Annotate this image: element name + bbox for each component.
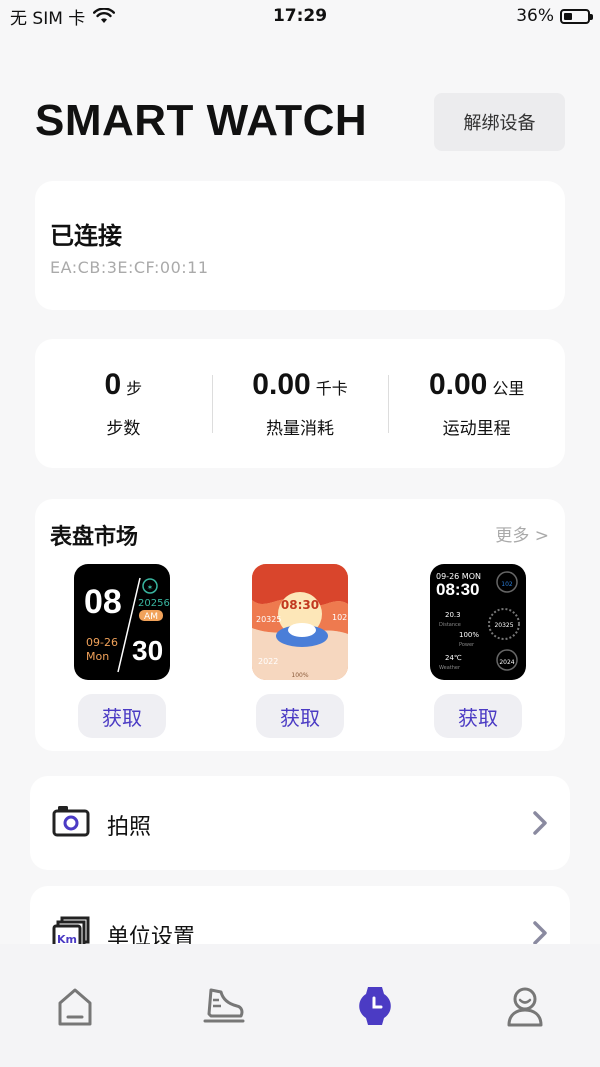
stats-card: 0 步 步数 0.00 千卡 热量消耗 0.00 公里 运动里程 [35, 339, 565, 468]
stat-value: 0.00 [252, 368, 311, 401]
stat-value: 0 [104, 368, 122, 401]
face1-minute: 30 [132, 635, 163, 666]
face2-time: 08:30 [281, 598, 319, 612]
status-bar: 无 SIM 卡 17:29 36% [0, 0, 600, 32]
get-watch-face-3-button[interactable]: 获取 [434, 694, 522, 738]
face1-steps: 20256 [138, 598, 170, 609]
watch-face-market: 表盘市场 更多 > 08 ✶ 20256 AM 09-26 Mon 30 获取 … [35, 499, 565, 751]
page-title: SMART WATCH [35, 96, 368, 145]
stat-value-row: 0.00 千卡 [252, 368, 347, 402]
face3-power: 100% [459, 631, 479, 639]
menu-label: 拍照 [107, 815, 152, 840]
watch-icon[interactable] [353, 984, 397, 1028]
battery-fill [564, 12, 572, 20]
face1-weekday: Mon [86, 650, 109, 663]
connection-card: 已连接 EA:CB:3E:CF:00:11 [35, 181, 565, 310]
face3-year: 2024 [499, 659, 514, 666]
connection-status: 已连接 [50, 222, 122, 250]
watch-face-3[interactable]: 09-26 MON 08:30 102 20.3 Distance 100% P… [430, 564, 526, 680]
stat-unit: 公里 [492, 379, 525, 398]
stat-value-row: 0.00 公里 [429, 368, 524, 402]
carrier-label: 无 SIM 卡 [10, 8, 86, 29]
status-left: 无 SIM 卡 [10, 4, 116, 29]
market-more-link[interactable]: 更多 > [495, 521, 549, 546]
battery-icon [560, 8, 593, 24]
menu-item-camera[interactable]: 拍照 [30, 776, 570, 870]
watch-face-1[interactable]: 08 ✶ 20256 AM 09-26 Mon 30 [74, 564, 170, 680]
face3-steps: 20325 [494, 622, 513, 629]
tab-bar [0, 944, 600, 1067]
face3-time: 08:30 [436, 580, 479, 599]
home-icon[interactable] [53, 984, 97, 1028]
chevron-right-icon [533, 811, 547, 835]
face3-temp: 24℃ [445, 654, 462, 662]
shoe-icon[interactable] [201, 984, 245, 1028]
stat-calories: 0.00 千卡 热量消耗 [211, 339, 389, 468]
face3-heart: 102 [501, 581, 513, 588]
status-right: 36% [516, 6, 593, 26]
face1-ampm: AM [144, 612, 158, 622]
stat-value-row: 0 步 [104, 368, 142, 402]
stat-distance: 0.00 公里 运动里程 [388, 339, 565, 468]
chevron-right-icon [533, 921, 547, 945]
watch-face-3-art: 09-26 MON 08:30 102 20.3 Distance 100% P… [436, 571, 520, 671]
watch-face-1-art: 08 ✶ 20256 AM 09-26 Mon 30 [84, 577, 170, 673]
watch-face-2-art: 08:30 20325 102 2022 100% [252, 564, 348, 680]
face1-hour: 08 [84, 583, 122, 621]
face1-date: 09-26 [86, 636, 118, 649]
stat-steps: 0 步 步数 [35, 339, 212, 468]
svg-text:✶: ✶ [147, 583, 154, 592]
unbind-device-button[interactable]: 解绑设备 [434, 93, 565, 151]
device-mac-address: EA:CB:3E:CF:00:11 [50, 258, 209, 277]
face3-distance: 20.3 [445, 611, 461, 619]
face3-temp-label: Weather [439, 665, 461, 671]
watch-face-2[interactable]: 08:30 20325 102 2022 100% [252, 564, 348, 680]
stat-label: 运动里程 [442, 419, 511, 439]
face2-heart: 102 [332, 613, 347, 622]
stat-value: 0.00 [428, 368, 488, 401]
get-watch-face-1-button[interactable]: 获取 [78, 694, 166, 738]
battery-percent: 36% [516, 6, 554, 26]
stat-label: 热量消耗 [266, 419, 334, 439]
face3-power-label: Power [459, 642, 475, 648]
stat-unit: 步 [126, 379, 143, 398]
face2-year: 2022 [258, 657, 278, 666]
stat-unit: 千卡 [315, 379, 348, 398]
market-title: 表盘市场 [50, 525, 139, 550]
get-watch-face-2-button[interactable]: 获取 [256, 694, 344, 738]
wifi-icon [93, 8, 116, 23]
profile-icon[interactable] [503, 984, 547, 1028]
face3-distance-label: Distance [439, 622, 461, 628]
face2-steps: 20325 [256, 615, 281, 624]
status-time: 17:29 [272, 6, 328, 26]
stat-label: 步数 [106, 419, 141, 439]
camera-icon [52, 806, 90, 837]
face2-battery: 100% [291, 672, 308, 679]
